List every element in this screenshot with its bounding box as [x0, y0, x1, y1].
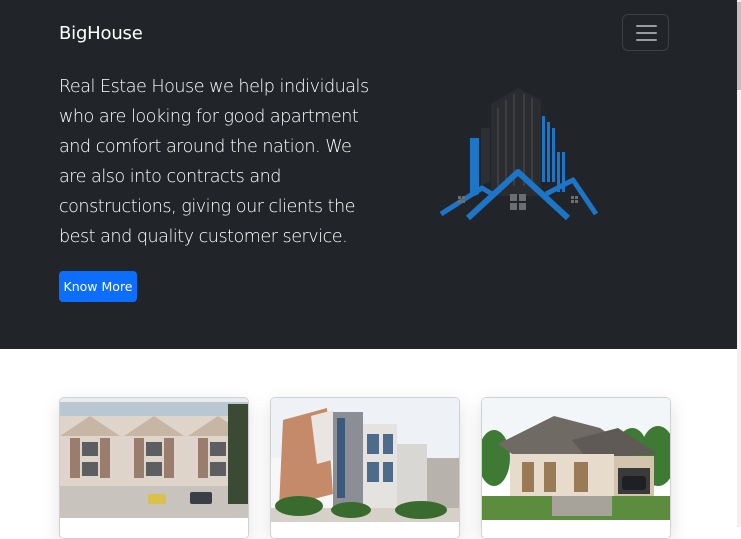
hero-section: BigHouse Real Estae House we help indivi…: [0, 0, 741, 349]
property-card-1[interactable]: [59, 397, 249, 539]
navbar-toggler-button[interactable]: [622, 14, 669, 51]
bungalow-house-photo: [482, 398, 670, 538]
scrollbar[interactable]: [737, 0, 741, 527]
property-card-2[interactable]: [270, 397, 460, 539]
hero-description: Real Estae House we help individuals who…: [59, 77, 369, 247]
building-house-logo-icon: [439, 88, 599, 221]
hamburger-menu-icon: [636, 25, 657, 27]
scrollbar-thumb[interactable]: [737, 2, 741, 90]
modern-villa-photo: [271, 398, 459, 538]
know-more-button[interactable]: Know More: [59, 271, 137, 302]
property-card-3[interactable]: [481, 397, 671, 539]
modern-townhouses-photo: [60, 398, 248, 538]
navbar-brand[interactable]: BigHouse: [59, 23, 143, 44]
